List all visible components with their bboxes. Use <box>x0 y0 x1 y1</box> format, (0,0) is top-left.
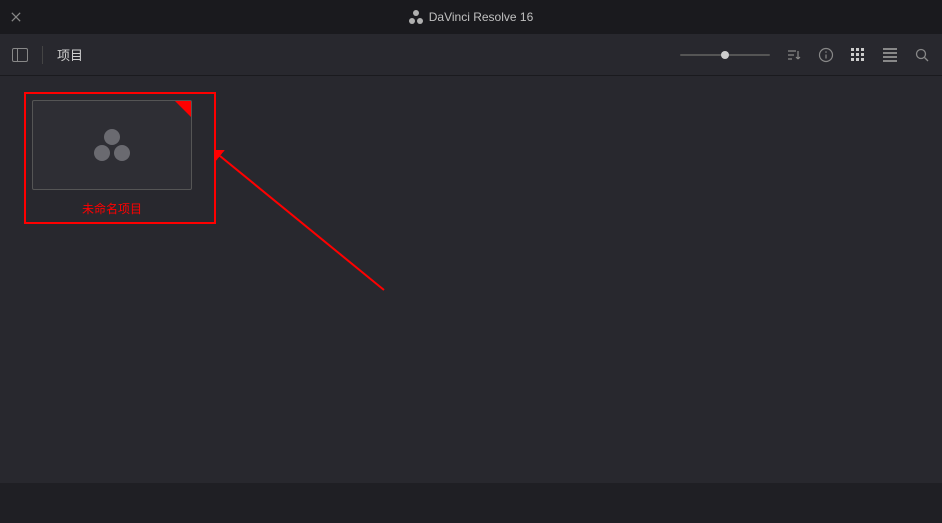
toolbar: 项目 <box>0 34 942 76</box>
davinci-logo-icon <box>94 129 130 161</box>
app-title: DaVinci Resolve 16 <box>429 10 534 24</box>
titlebar: DaVinci Resolve 16 <box>0 0 942 34</box>
grid-view-icon[interactable] <box>850 47 866 63</box>
search-icon[interactable] <box>914 47 930 63</box>
title-group: DaVinci Resolve 16 <box>409 10 534 24</box>
close-button[interactable] <box>8 9 24 25</box>
project-label[interactable]: 未命名项目 <box>32 200 192 217</box>
zoom-thumb[interactable] <box>721 51 729 59</box>
project-thumbnail[interactable] <box>32 100 192 190</box>
zoom-slider[interactable] <box>680 54 770 56</box>
breadcrumb[interactable]: 项目 <box>57 45 83 64</box>
divider <box>42 46 43 64</box>
app-logo-icon <box>409 10 423 24</box>
sort-icon[interactable] <box>786 47 802 63</box>
project-grid: 未命名项目 <box>0 76 942 237</box>
info-icon[interactable] <box>818 47 834 63</box>
project-card[interactable]: 未命名项目 <box>32 100 192 217</box>
sidebar-toggle-icon[interactable] <box>12 48 28 62</box>
list-view-icon[interactable] <box>882 47 898 63</box>
bottom-bar <box>0 483 942 523</box>
